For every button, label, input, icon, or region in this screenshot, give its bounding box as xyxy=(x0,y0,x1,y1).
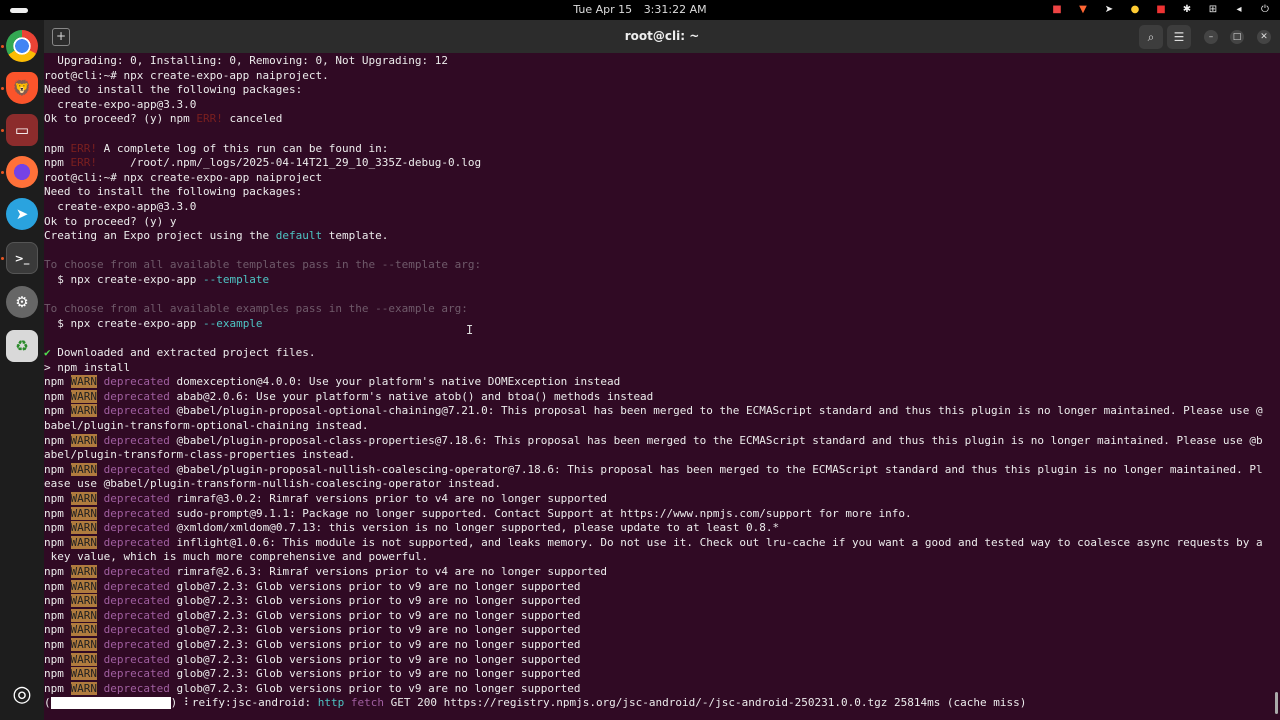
terminal-line: npm WARN deprecated sudo-prompt@9.1.1: P… xyxy=(44,506,912,520)
terminal-line: npm WARN deprecated glob@7.2.3: Glob ver… xyxy=(44,638,581,651)
terminal-line: npm WARN deprecated glob@7.2.3: Glob ver… xyxy=(44,681,581,695)
time-label: 3:31:22 AM xyxy=(643,3,707,16)
text-cursor-icon: I xyxy=(466,323,474,337)
window-title: root@cli: ~ xyxy=(624,29,700,43)
system-tray: ■ ▼ ➤ ● ■ ✱ ⊞ ◂ ⏻ xyxy=(1050,3,1272,17)
terminal-line: npm WARN deprecated inflight@1.0.6: This… xyxy=(44,535,1263,549)
power-icon[interactable]: ⏻ xyxy=(1258,3,1272,17)
terminal-line: ✔ Downloaded and extracted project files… xyxy=(44,346,316,359)
terminal-line: npm ERR! /root/.npm/_logs/2025-04-14T21_… xyxy=(44,156,482,170)
terminal-line: babel/plugin-transform-optional-chaining… xyxy=(44,419,369,432)
files-icon[interactable]: ▭ xyxy=(6,114,38,146)
search-button[interactable]: ⌕ xyxy=(1139,25,1163,49)
terminal-line: Ok to proceed? (y) npm ERR! canceled xyxy=(44,112,283,126)
telegram-tray-icon[interactable]: ➤ xyxy=(1102,3,1116,17)
terminal-line: create-expo-app@3.3.0 xyxy=(44,97,197,111)
terminal-line: key value, which is much more comprehens… xyxy=(44,550,429,564)
terminal-line: $ npx create-expo-app --template xyxy=(44,273,270,286)
terminal-line: create-expo-app@3.3.0 xyxy=(44,200,197,213)
terminal-output[interactable]: Upgrading: 0, Installing: 0, Removing: 0… xyxy=(44,53,1280,720)
terminal-line: root@cli:~# npx create-expo-app naiproje… xyxy=(44,170,323,184)
terminal-line: npm WARN deprecated @babel/plugin-propos… xyxy=(44,462,1263,476)
terminal-line: npm WARN deprecated @babel/plugin-propos… xyxy=(44,404,1263,418)
terminal-line: npm WARN deprecated domexception@4.0.0: … xyxy=(44,375,621,389)
menu-button[interactable]: ☰ xyxy=(1167,25,1191,49)
terminal-line: root@cli:~# npx create-expo-app naiproje… xyxy=(44,68,329,82)
chrome-icon[interactable] xyxy=(6,30,38,62)
terminal-line: npm WARN deprecated glob@7.2.3: Glob ver… xyxy=(44,652,581,666)
terminal-line: npm WARN deprecated glob@7.2.3: Glob ver… xyxy=(44,594,581,608)
progress-bar xyxy=(50,697,171,710)
trash-icon[interactable]: ♻ xyxy=(6,330,38,362)
firefox-icon[interactable] xyxy=(6,156,38,188)
terminal-line: ease use @babel/plugin-transform-nullish… xyxy=(44,477,501,491)
top-bar: Tue Apr 15 3:31:22 AM ■ ▼ ➤ ● ■ ✱ ⊞ ◂ ⏻ xyxy=(0,0,1280,20)
terminal-icon[interactable]: >_ xyxy=(6,242,38,274)
close-button[interactable]: ✕ xyxy=(1257,30,1271,44)
terminal-line: To choose from all available examples pa… xyxy=(44,302,468,316)
terminal-line: Need to install the following packages: xyxy=(44,185,303,199)
terminal-line: npm WARN deprecated glob@7.2.3: Glob ver… xyxy=(44,579,581,593)
screen-record-icon[interactable]: ■ xyxy=(1154,3,1168,17)
chrome-tray-icon[interactable]: ● xyxy=(1128,3,1142,17)
terminal-line: npm ERR! A complete log of this run can … xyxy=(44,141,389,155)
terminal-line: npm WARN deprecated glob@7.2.3: Glob ver… xyxy=(44,667,581,681)
minimize-button[interactable]: – xyxy=(1204,30,1218,44)
terminal-line: $ npx create-expo-app --example xyxy=(44,316,263,330)
date-label: Tue Apr 15 xyxy=(573,3,633,16)
terminal-line: npm WARN deprecated rimraf@2.6.3: Rimraf… xyxy=(44,565,607,578)
terminal-window: + root@cli: ~ ⌕ ☰ – □ ✕ Upgrading: 0, In… xyxy=(44,20,1280,720)
terminal-line: Upgrading: 0, Installing: 0, Removing: 0… xyxy=(44,54,448,67)
terminal-line: Ok to proceed? (y) y xyxy=(44,214,177,228)
terminal-line: npm WARN deprecated glob@7.2.3: Glob ver… xyxy=(44,623,581,637)
ubuntu-icon[interactable]: ◎ xyxy=(6,678,38,710)
terminal-line: npm WARN deprecated @xmldom/xmldom@0.7.1… xyxy=(44,521,780,535)
terminal-line: > npm install xyxy=(44,360,131,374)
scrollbar[interactable] xyxy=(1275,692,1278,714)
terminal-line: npm WARN deprecated glob@7.2.3: Glob ver… xyxy=(44,608,581,622)
maximize-button[interactable]: □ xyxy=(1230,30,1244,44)
telegram-icon[interactable]: ➤ xyxy=(6,198,38,230)
camera-icon[interactable]: ■ xyxy=(1050,3,1064,17)
dock: 🦁 ▭ ➤ >_ ⚙ ♻ ◎ xyxy=(0,20,44,720)
terminal-line: abel/plugin-transform-class-properties i… xyxy=(44,448,356,462)
network-icon[interactable]: ⊞ xyxy=(1206,3,1220,17)
terminal-line: To choose from all available templates p… xyxy=(44,258,482,272)
accessibility-icon[interactable]: ✱ xyxy=(1180,3,1194,17)
progress-line: () ⠇reify:jsc-android: http fetch GET 20… xyxy=(44,696,1027,710)
settings-icon[interactable]: ⚙ xyxy=(6,286,38,318)
brave-icon[interactable]: 🦁 xyxy=(6,72,38,104)
terminal-line: npm WARN deprecated @babel/plugin-propos… xyxy=(44,433,1263,447)
volume-icon[interactable]: ◂ xyxy=(1232,3,1246,17)
terminal-line: Need to install the following packages: xyxy=(44,83,303,97)
brave-tray-icon[interactable]: ▼ xyxy=(1076,3,1090,17)
title-bar[interactable]: + root@cli: ~ ⌕ ☰ – □ ✕ xyxy=(44,20,1280,53)
terminal-line: Creating an Expo project using the defau… xyxy=(44,229,389,243)
terminal-line: npm WARN deprecated rimraf@3.0.2: Rimraf… xyxy=(44,492,607,505)
terminal-line: npm WARN deprecated abab@2.0.6: Use your… xyxy=(44,389,654,403)
